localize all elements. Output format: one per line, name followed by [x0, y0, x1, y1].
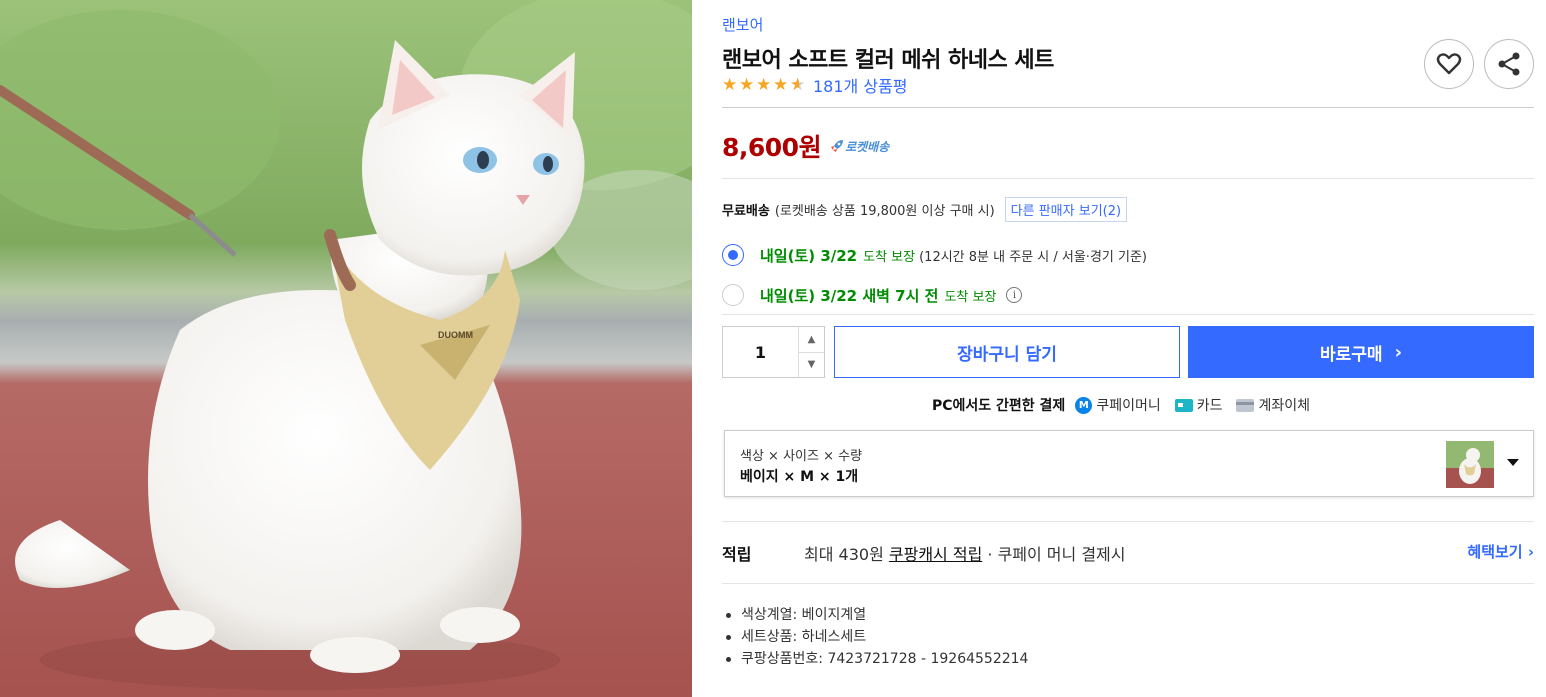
star-rating: ★ ★ ★ ★ ★ — [722, 75, 807, 95]
attribute-item: 색상계열: 베이지계열 — [722, 604, 1028, 626]
buy-now-button[interactable]: 바로구매 › — [1188, 326, 1534, 378]
shipping-condition: (로켓배송 상품 19,800원 이상 구매 시) — [774, 204, 995, 219]
delivery-radio[interactable] — [722, 284, 744, 306]
heart-icon — [1436, 53, 1462, 75]
reward-title: 적립 — [722, 545, 752, 564]
rocket-delivery-badge: 로켓배송 — [829, 138, 889, 155]
attribute-item: 세트상품: 하네스세트 — [722, 626, 1028, 648]
wishlist-button[interactable] — [1424, 39, 1474, 89]
delivery-guarantee: 도착 보장 — [944, 289, 997, 305]
payment-method-label: 계좌이체 — [1258, 398, 1311, 414]
shipping-row: 무료배송 (로켓배송 상품 19,800원 이상 구매 시) 다른 판매자 보기… — [722, 197, 1128, 222]
option-thumbnail — [1446, 441, 1494, 488]
payment-intro: PC에서도 간편한 결제 — [931, 398, 1066, 414]
delivery-note: (12시간 8분 내 주문 시 / 서울·경기 기준) — [919, 249, 1147, 265]
other-sellers-button[interactable]: 다른 판매자 보기(2) — [1004, 197, 1128, 222]
bank-transfer-icon — [1236, 398, 1255, 412]
delivery-option-1[interactable]: 내일(토) 3/22 도착 보장 (12시간 8분 내 주문 시 / 서울·경기… — [722, 244, 1147, 266]
option-value: 베이지 × M × 1개 — [740, 469, 859, 485]
divider — [722, 107, 1534, 108]
divider — [722, 178, 1534, 179]
payment-method-label: 카드 — [1196, 398, 1223, 414]
product-image[interactable]: DUOMM — [0, 0, 692, 697]
quantity-input[interactable] — [723, 327, 798, 377]
delivery-option-2[interactable]: 내일(토) 3/22 새벽 7시 전 도착 보장 i — [722, 284, 1023, 306]
rating-row: ★ ★ ★ ★ ★ 181개 상품평 — [722, 73, 908, 97]
quantity-down-icon[interactable]: ▼ — [799, 353, 824, 378]
payment-methods-row: PC에서도 간편한 결제 M 쿠페이머니 카드 계좌이체 — [722, 395, 1534, 415]
coupang-cash-link[interactable]: 쿠팡캐시 적립 — [889, 545, 982, 564]
product-title: 랜보어 소프트 컬러 메쉬 하네스 세트 — [722, 48, 1054, 73]
rocket-label: 로켓배송 — [845, 139, 890, 154]
free-shipping-label: 무료배송 — [722, 204, 770, 219]
delivery-radio-selected[interactable] — [722, 244, 744, 266]
chevron-right-icon: › — [1394, 341, 1402, 363]
share-button[interactable] — [1484, 39, 1534, 89]
payment-coupay: M 쿠페이머니 — [1075, 395, 1161, 415]
half-star-icon: ★ — [790, 75, 807, 95]
info-icon[interactable]: i — [1006, 287, 1023, 303]
star-icon: ★ — [773, 75, 789, 95]
divider — [722, 521, 1534, 522]
payment-bank: 계좌이체 — [1236, 395, 1310, 415]
reward-amount: 최대 430원 — [804, 545, 884, 564]
review-count-link[interactable]: 181개 상품평 — [813, 73, 908, 97]
price-row: 8,600원 로켓배송 — [722, 128, 889, 164]
product-attributes: 색상계열: 베이지계열 세트상품: 하네스세트 쿠팡상품번호: 74237217… — [722, 604, 1028, 670]
payment-method-label: 쿠페이머니 — [1096, 398, 1161, 414]
quantity-stepper[interactable]: ▲ ▼ — [722, 326, 825, 378]
divider — [722, 314, 1534, 315]
delivery-date: 내일(토) 3/22 새벽 7시 전 — [760, 286, 939, 305]
star-icon: ★ — [756, 75, 772, 95]
divider — [722, 583, 1534, 584]
quantity-up-icon[interactable]: ▲ — [799, 327, 824, 353]
product-info-panel: 랜보어 랜보어 소프트 컬러 메쉬 하네스 세트 ★ ★ ★ ★ ★ 181개 … — [722, 0, 1534, 697]
star-icon: ★ — [739, 75, 755, 95]
dropdown-caret-icon[interactable] — [1507, 459, 1519, 466]
buy-now-label: 바로구매 — [1320, 344, 1383, 365]
coupay-icon: M — [1075, 396, 1093, 414]
price: 8,600원 — [722, 133, 822, 162]
reward-text: 최대 430원 쿠팡캐시 적립 · 쿠페이 머니 결제시 — [804, 541, 1126, 565]
card-icon — [1174, 398, 1193, 412]
star-icon: ★ — [722, 75, 738, 95]
delivery-guarantee: 도착 보장 — [863, 249, 916, 265]
option-label: 색상 × 사이즈 × 수량 — [740, 449, 863, 464]
view-benefits-link[interactable]: 혜택보기 › — [1467, 541, 1534, 562]
payment-card: 카드 — [1174, 395, 1223, 415]
brand-link[interactable]: 랜보어 — [722, 14, 763, 35]
quantity-arrows: ▲ ▼ — [798, 327, 824, 377]
rocket-icon — [831, 140, 844, 152]
attribute-item: 쿠팡상품번호: 7423721728 - 19264552214 — [722, 648, 1028, 670]
option-selector[interactable]: 색상 × 사이즈 × 수량 베이지 × M × 1개 — [724, 430, 1534, 497]
share-icon — [1498, 52, 1520, 76]
delivery-date: 내일(토) 3/22 — [760, 246, 858, 265]
reward-condition: · 쿠페이 머니 결제시 — [987, 545, 1126, 564]
harness-logo-text: DUOMM — [438, 330, 473, 340]
add-to-cart-button[interactable]: 장바구니 담기 — [834, 326, 1180, 378]
